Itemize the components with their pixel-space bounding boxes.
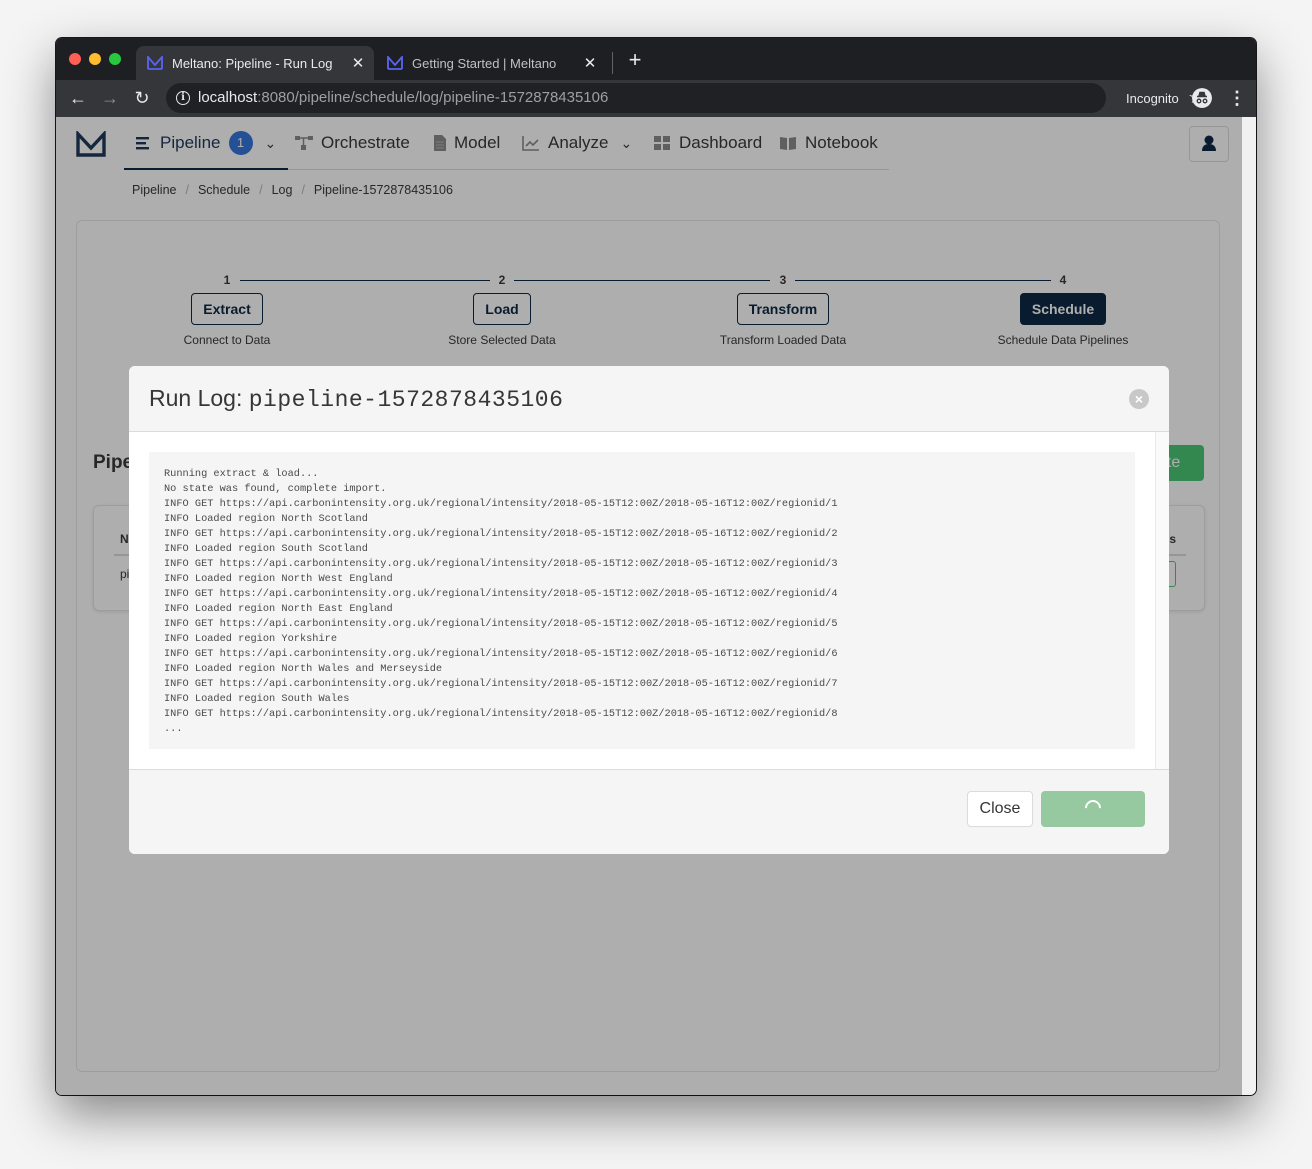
arrow-right-icon[interactable]: → — [98, 86, 122, 110]
log-line: ... — [164, 723, 183, 735]
modal-footer: Close — [129, 769, 1169, 854]
browser-window: Meltano: Pipeline - Run Log ✕ Getting St… — [56, 38, 1256, 1095]
window-minimize-button[interactable] — [89, 53, 101, 65]
plus-icon[interactable]: + — [624, 49, 646, 72]
log-line: INFO Loaded region North Scotland — [164, 513, 368, 525]
info-icon[interactable]: i — [176, 91, 190, 105]
incognito-icon[interactable] — [1192, 88, 1212, 108]
log-line: INFO Loaded region North West England — [164, 573, 393, 585]
tab-title: Meltano: Pipeline - Run Log — [172, 55, 333, 71]
modal-scrollbar[interactable] — [1155, 432, 1169, 769]
close-icon[interactable]: ✕ — [580, 54, 600, 72]
desktop: Meltano: Pipeline - Run Log ✕ Getting St… — [0, 0, 1312, 1169]
reload-icon[interactable]: ↻ — [130, 86, 154, 110]
log-line: INFO GET https://api.carbonintensity.org… — [164, 648, 838, 660]
window-zoom-button[interactable] — [109, 53, 121, 65]
modal-title: Run Log: pipeline-1572878435106 — [149, 385, 564, 413]
page-scrollbar[interactable] — [1242, 117, 1256, 1095]
log-line: INFO GET https://api.carbonintensity.org… — [164, 678, 838, 690]
window-close-button[interactable] — [69, 53, 81, 65]
loading-button[interactable] — [1041, 791, 1145, 827]
arrow-left-icon[interactable]: ← — [66, 86, 90, 110]
url-text[interactable]: localhost:8080/pipeline/schedule/log/pip… — [198, 89, 608, 106]
tab-getting-started[interactable]: Getting Started | Meltano ✕ — [376, 46, 606, 80]
meltano-favicon-icon — [147, 56, 163, 70]
log-line: INFO Loaded region North East England — [164, 603, 393, 615]
pipeline-id: pipeline-1572878435106 — [248, 387, 564, 413]
log-line: INFO GET https://api.carbonintensity.org… — [164, 558, 838, 570]
log-line: INFO GET https://api.carbonintensity.org… — [164, 528, 838, 540]
log-line: INFO Loaded region North Wales and Merse… — [164, 663, 443, 675]
modal-header: Run Log: pipeline-1572878435106 × — [129, 366, 1169, 432]
log-line: INFO Loaded region Yorkshire — [164, 633, 338, 645]
log-line: INFO GET https://api.carbonintensity.org… — [164, 618, 838, 630]
close-icon[interactable]: ✕ — [348, 54, 368, 72]
browser-toolbar: ← → ↻ i localhost:8080/pipeline/schedule… — [56, 80, 1256, 117]
tab-title: Getting Started | Meltano — [412, 55, 557, 71]
spinner-icon — [1081, 796, 1105, 820]
modal-body: Running extract & load... No state was fo… — [129, 432, 1155, 769]
log-line: INFO Loaded region South Scotland — [164, 543, 368, 555]
tab-strip: Meltano: Pipeline - Run Log ✕ Getting St… — [56, 38, 1256, 80]
kebab-menu-icon[interactable]: ⋮ — [1228, 86, 1246, 110]
log-line: INFO GET https://api.carbonintensity.org… — [164, 498, 838, 510]
log-output: Running extract & load... No state was fo… — [149, 452, 1135, 749]
log-line: No state was found, complete import. — [164, 483, 387, 495]
address-bar[interactable]: i localhost:8080/pipeline/schedule/log/p… — [166, 83, 1204, 113]
tab-separator — [612, 52, 613, 74]
page: Pipeline 1 ⌄ Orchestrate Model Analyze ⌄ — [56, 117, 1242, 1095]
tab-run-log[interactable]: Meltano: Pipeline - Run Log ✕ — [136, 46, 374, 80]
log-line: INFO Loaded region South Wales — [164, 693, 350, 705]
log-line: Running extract & load... — [164, 468, 319, 480]
log-line: INFO GET https://api.carbonintensity.org… — [164, 708, 838, 720]
meltano-favicon-icon — [387, 56, 403, 70]
close-button[interactable]: Close — [967, 791, 1033, 827]
incognito-label: Incognito — [1126, 91, 1179, 106]
run-log-modal: Run Log: pipeline-1572878435106 × Runnin… — [129, 366, 1169, 854]
close-icon[interactable]: × — [1129, 389, 1149, 409]
log-line: INFO GET https://api.carbonintensity.org… — [164, 588, 838, 600]
